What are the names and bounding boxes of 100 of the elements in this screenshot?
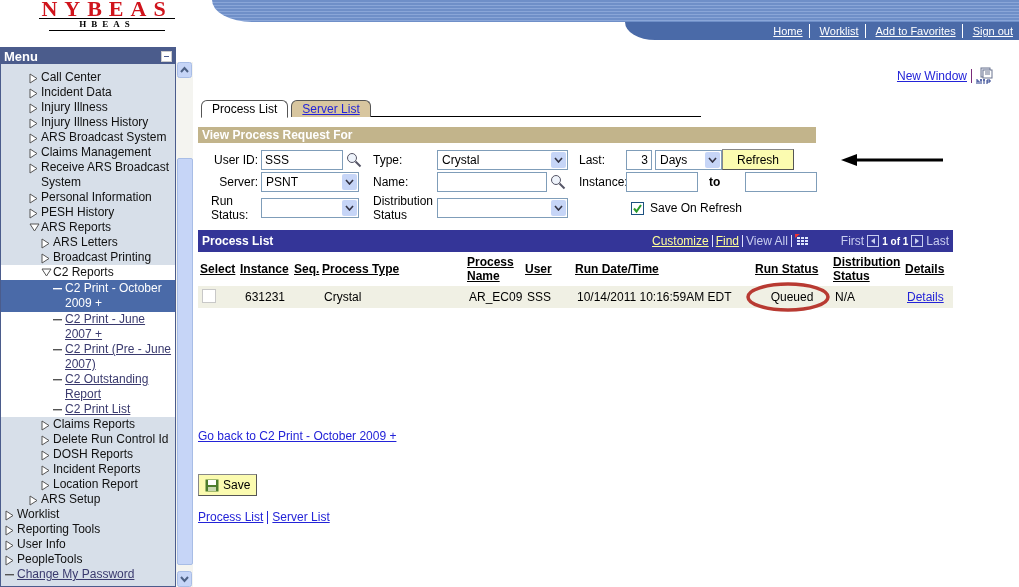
table-cell: Queued	[770, 290, 814, 304]
column-header[interactable]: Run Status	[755, 262, 829, 276]
menu-item[interactable]: Location Report	[1, 477, 175, 492]
scroll-down-icon[interactable]	[177, 571, 192, 587]
menu-item[interactable]: DOSH Reports	[1, 447, 175, 462]
server-dropdown[interactable]: PSNT	[261, 172, 359, 192]
column-header[interactable]: Process Type	[322, 262, 463, 276]
column-header[interactable]: Distribution Status	[833, 255, 901, 283]
field-label: Distribution Status	[372, 194, 435, 222]
footer-link[interactable]: Process List	[198, 510, 264, 524]
menu-item[interactable]: C2 Print - June 2007 +	[1, 312, 175, 342]
menu-item[interactable]: User Info	[1, 537, 175, 552]
page-count: 1 of 1	[882, 235, 909, 247]
column-header[interactable]: Instance	[240, 262, 290, 276]
tab[interactable]: Server List	[291, 100, 371, 117]
grid-tool-link[interactable]: Customize	[652, 234, 709, 248]
column-header[interactable]: Seq.	[294, 262, 318, 276]
field-label: Name:	[372, 175, 410, 189]
field-label: Server:	[218, 175, 259, 189]
scroll-up-icon[interactable]	[177, 62, 192, 78]
menu-item[interactable]: ARS Setup	[1, 492, 175, 507]
table-cell: 631231	[244, 290, 285, 304]
dash-icon	[53, 287, 62, 290]
menu-item[interactable]: Worklist	[1, 507, 175, 522]
field-label: Last:	[578, 152, 606, 167]
menu-item[interactable]: C2 Print (Pre - June 2007)	[1, 342, 175, 372]
next-icon[interactable]	[911, 235, 924, 247]
grid-tool-link[interactable]: View All	[746, 234, 788, 248]
menu-item[interactable]: Personal Information	[1, 190, 175, 205]
last-field[interactable]: 3	[626, 149, 652, 170]
field-label: Instance:	[578, 175, 626, 189]
menu-item[interactable]: Delete Run Control Id	[1, 432, 175, 447]
field-label: Run Status:	[210, 194, 250, 222]
table-cell: AR_EC09	[469, 290, 523, 304]
menu-item[interactable]: PeopleTools	[1, 552, 175, 567]
footer-link[interactable]: Server List	[272, 510, 330, 524]
menu-item[interactable]: ARS Broadcast System	[1, 130, 175, 145]
checkmark-icon	[632, 202, 643, 214]
instance-to-field[interactable]	[745, 172, 818, 192]
collapse-icon[interactable]	[161, 50, 172, 62]
menu-item[interactable]: Call Center	[1, 70, 175, 85]
dash-icon	[53, 318, 62, 321]
column-header[interactable]: Run Date/Time	[575, 262, 751, 276]
table-cell: 10/14/2011 10:16:59AM EDT	[577, 290, 732, 304]
type-dropdown[interactable]: Crystal	[437, 149, 568, 170]
menu-item[interactable]: Receive ARS Broadcast System	[1, 160, 175, 190]
grid-tool-link[interactable]: Find	[715, 234, 740, 248]
table-cell: SSS	[527, 290, 551, 304]
run-status-dropdown[interactable]	[261, 198, 359, 218]
menu-item[interactable]: Reporting Tools	[1, 522, 175, 537]
dash-icon	[53, 378, 62, 381]
nav-link[interactable]: Home	[763, 25, 809, 37]
go-back-link[interactable]: Go back to C2 Print - October 2009 +	[198, 429, 397, 443]
menu-item[interactable]: ARS Reports	[1, 220, 175, 235]
column-header[interactable]: Select	[200, 262, 236, 276]
menu-item[interactable]: Incident Reports	[1, 462, 175, 477]
field-label: to	[708, 175, 722, 189]
nav-link[interactable]: Add to Favorites	[865, 25, 962, 37]
grid-title: Process List	[202, 234, 274, 248]
section-title-bar: View Process Request For	[198, 127, 816, 143]
http-icon[interactable]	[976, 67, 994, 85]
search-icon[interactable]	[346, 151, 362, 168]
menu-item[interactable]: Claims Reports	[1, 417, 175, 432]
checkbox[interactable]	[631, 201, 644, 215]
scroll-thumb[interactable]	[176, 158, 193, 565]
dash-icon	[5, 573, 14, 576]
unit-dropdown[interactable]: Days	[655, 149, 722, 170]
name-field[interactable]	[437, 172, 547, 192]
menu-item[interactable]: Claims Management	[1, 145, 175, 160]
new-window-link[interactable]: New Window	[896, 69, 967, 83]
menu-item[interactable]: C2 Outstanding Report	[1, 372, 175, 402]
menu-item[interactable]: Injury Illness History	[1, 115, 175, 130]
menu-item[interactable]: Change My Password	[1, 567, 175, 582]
field-label: User ID:	[213, 152, 259, 167]
menu-item[interactable]: PESH History	[1, 205, 175, 220]
user-id-field[interactable]: SSS	[261, 149, 343, 170]
save-icon	[205, 478, 219, 492]
spreadsheet-icon[interactable]	[794, 234, 811, 248]
nav-link[interactable]: Worklist	[809, 25, 865, 37]
menu-item[interactable]: C2 Print List	[1, 402, 175, 417]
menu-item[interactable]: C2 Print - October 2009 +	[1, 280, 175, 312]
nav-link[interactable]: Sign out	[962, 25, 1019, 37]
menu-item[interactable]: Incident Data	[1, 85, 175, 100]
menu-item[interactable]: Broadcast Printing	[1, 250, 175, 265]
column-header[interactable]: Process Name	[467, 255, 521, 283]
refresh-button[interactable]: Refresh	[722, 149, 794, 170]
dash-icon	[53, 408, 62, 411]
column-header[interactable]: Details	[905, 262, 951, 276]
menu-item[interactable]: Injury Illness	[1, 100, 175, 115]
distribution-status-dropdown[interactable]	[437, 198, 568, 218]
menu-item[interactable]: ARS Letters	[1, 235, 175, 250]
column-header[interactable]: User	[525, 262, 571, 276]
search-icon[interactable]	[550, 174, 566, 190]
previous-icon[interactable]	[867, 235, 880, 247]
logo: NYBEAS HBEAS	[38, 0, 176, 33]
scrollbar[interactable]	[176, 62, 193, 587]
dash-icon	[53, 348, 62, 351]
instance-from-field[interactable]	[626, 172, 698, 192]
tab[interactable]: Process List	[201, 100, 289, 118]
save-button[interactable]: Save	[198, 474, 258, 496]
